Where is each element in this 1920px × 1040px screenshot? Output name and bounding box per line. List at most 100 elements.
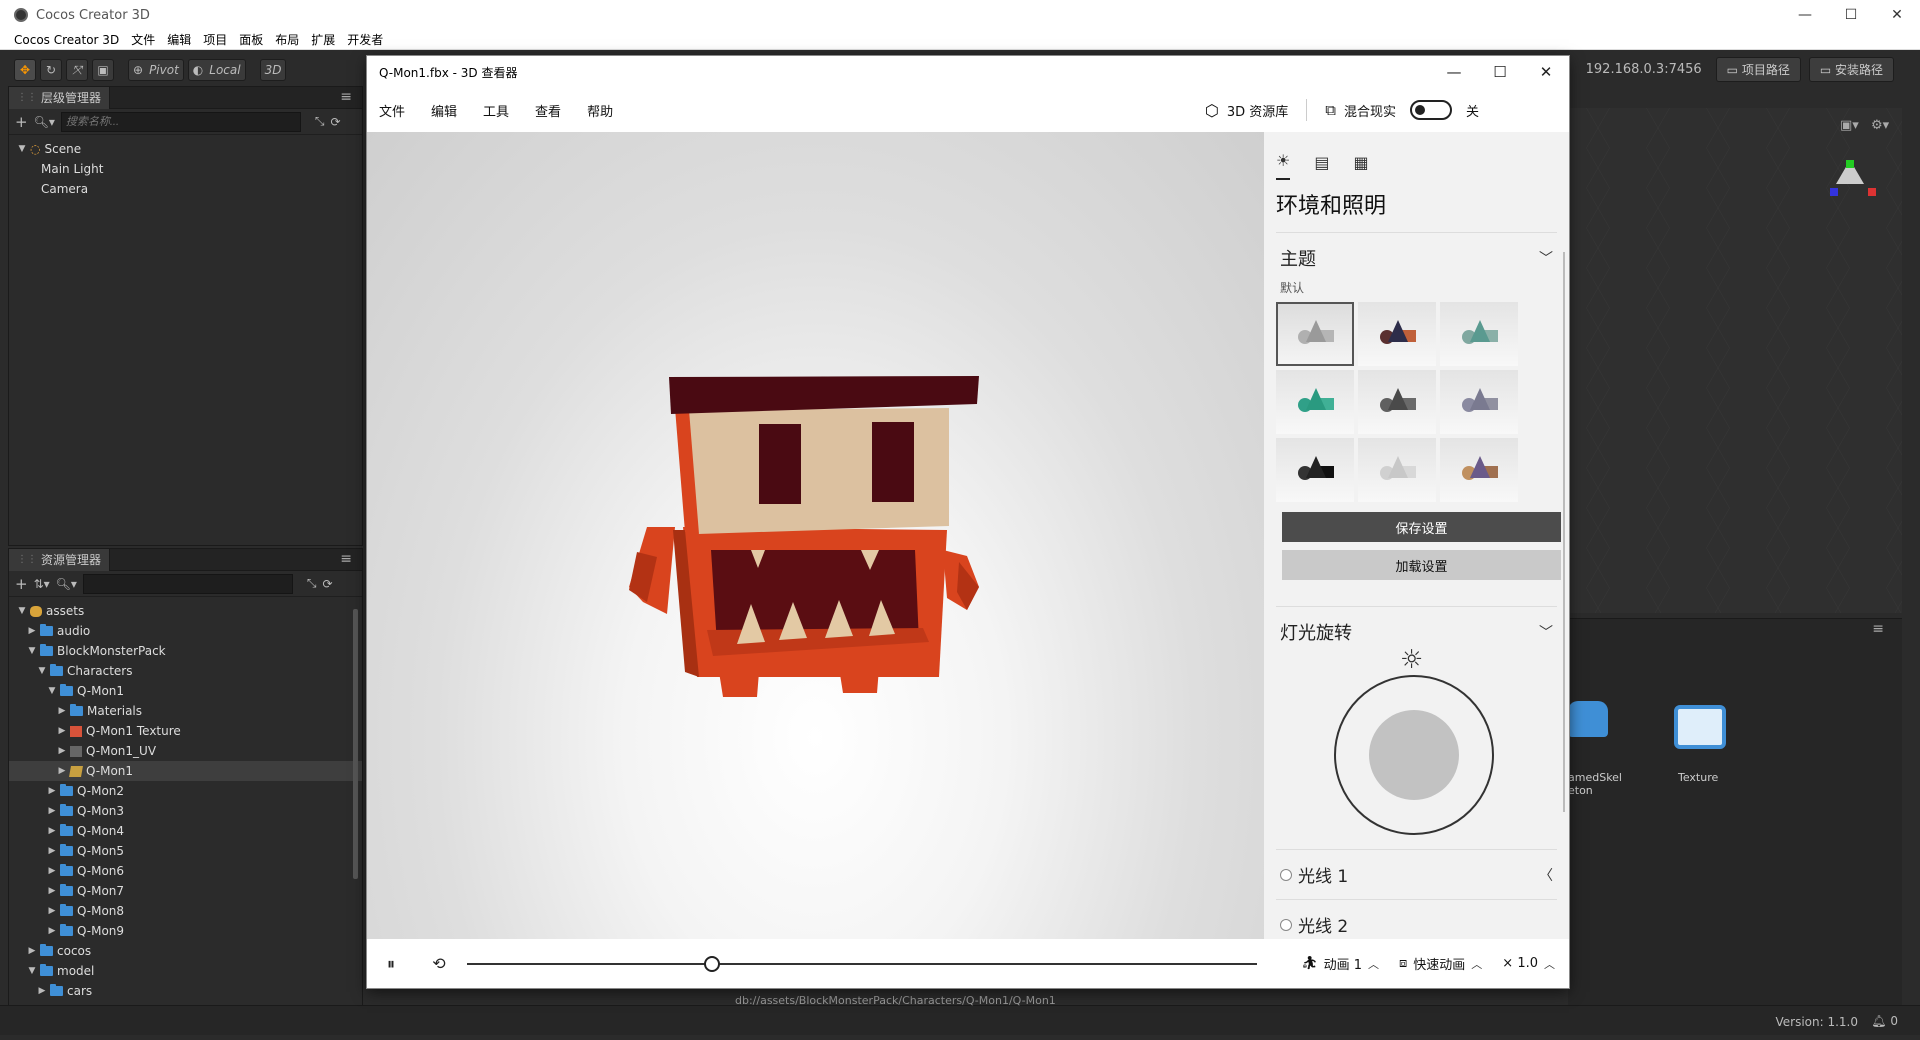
viewer-menu-edit[interactable]: 编辑 bbox=[431, 101, 457, 120]
menu-developer[interactable]: 开发者 bbox=[347, 31, 383, 48]
asset-node[interactable]: ▶ Q-Mon2 bbox=[9, 781, 362, 801]
light-2-radio[interactable] bbox=[1280, 918, 1292, 931]
theme-swatch[interactable] bbox=[1276, 438, 1354, 502]
sun-icon[interactable]: ☼ bbox=[1400, 645, 1423, 675]
expand-arrow-icon[interactable]: ▼ bbox=[17, 144, 27, 154]
3d-viewport[interactable] bbox=[367, 132, 1264, 939]
chevron-right-icon[interactable]: ▶ bbox=[47, 866, 57, 876]
chevron-right-icon[interactable]: ▶ bbox=[57, 746, 67, 756]
project-path-button[interactable]: ▭ 项目路径 bbox=[1715, 56, 1801, 82]
preview-ip[interactable]: 192.168.0.3:7456 bbox=[1586, 62, 1702, 77]
viewer-menu-tools[interactable]: 工具 bbox=[483, 101, 509, 120]
3d-library-button[interactable]: 3D 资源库 bbox=[1227, 101, 1288, 120]
save-settings-button[interactable]: 保存设置 bbox=[1282, 512, 1561, 542]
refresh-icon[interactable]: ⟳ bbox=[323, 577, 333, 591]
hierarchy-tab[interactable]: ⋮⋮ 层级管理器 bbox=[9, 86, 111, 109]
chevron-right-icon[interactable]: ▶ bbox=[47, 926, 57, 936]
local-button[interactable]: ◐ Local bbox=[187, 59, 246, 81]
viewer-menu-file[interactable]: 文件 bbox=[379, 101, 405, 120]
chevron-up-icon[interactable]: ︿ bbox=[1368, 956, 1379, 972]
assets-scrollbar[interactable] bbox=[353, 609, 358, 879]
light-1-radio[interactable] bbox=[1280, 868, 1292, 881]
theme-swatch[interactable] bbox=[1358, 370, 1436, 434]
load-settings-button[interactable]: 加载设置 bbox=[1282, 550, 1561, 580]
viewer-close-button[interactable]: ✕ bbox=[1523, 56, 1569, 88]
light-1-row[interactable]: 光线 1 〈 bbox=[1276, 849, 1557, 900]
menu-panel[interactable]: 面板 bbox=[239, 31, 263, 48]
chevron-right-icon[interactable]: ▶ bbox=[27, 946, 37, 956]
viewer-maximize-button[interactable]: ☐ bbox=[1477, 56, 1523, 88]
install-path-button[interactable]: ▭ 安装路径 bbox=[1808, 56, 1894, 82]
hierarchy-node[interactable]: Camera bbox=[9, 179, 362, 199]
texture-asset-icon[interactable] bbox=[1674, 705, 1726, 749]
tab-lighting-icon[interactable]: ☀ bbox=[1276, 151, 1291, 180]
chevron-right-icon[interactable]: ▶ bbox=[47, 786, 57, 796]
asset-node[interactable]: ▶ Q-Mon5 bbox=[9, 841, 362, 861]
animation-select[interactable]: 动画 1 bbox=[1324, 954, 1362, 973]
chevron-right-icon[interactable]: ▶ bbox=[47, 846, 57, 856]
mixed-reality-toggle[interactable] bbox=[1409, 100, 1452, 120]
hierarchy-node[interactable]: Main Light bbox=[9, 159, 362, 179]
search-icon[interactable]: 🔍︎▾ bbox=[34, 115, 55, 129]
theme-swatch[interactable] bbox=[1358, 302, 1436, 366]
chevron-down-icon[interactable]: ▼ bbox=[27, 646, 37, 656]
asset-node[interactable]: ▼ assets bbox=[9, 601, 362, 621]
chevron-right-icon[interactable]: ▶ bbox=[47, 826, 57, 836]
close-button[interactable]: ✕ bbox=[1874, 0, 1920, 30]
chevron-down-icon[interactable]: ▼ bbox=[47, 686, 57, 696]
theme-swatch[interactable] bbox=[1276, 302, 1354, 366]
chevron-down-icon[interactable]: ﹀ bbox=[1539, 248, 1553, 268]
asset-node[interactable]: ▶ Materials bbox=[9, 701, 362, 721]
asset-node[interactable]: ▶ Q-Mon9 bbox=[9, 921, 362, 941]
asset-node[interactable]: ▶ Q-Mon6 bbox=[9, 861, 362, 881]
light-rotation-dial[interactable] bbox=[1334, 675, 1494, 835]
hierarchy-search-input[interactable] bbox=[60, 111, 301, 132]
skeleton-asset-icon[interactable] bbox=[1568, 701, 1608, 737]
add-icon[interactable]: + bbox=[15, 113, 28, 131]
side-scrollbar[interactable] bbox=[1563, 252, 1565, 812]
move-tool-button[interactable]: ✥ bbox=[14, 59, 36, 81]
timeline-track[interactable] bbox=[467, 963, 1257, 965]
add-icon[interactable]: + bbox=[15, 575, 28, 593]
timeline-knob[interactable] bbox=[703, 956, 720, 972]
chevron-down-icon[interactable]: ▼ bbox=[37, 666, 47, 676]
search-icon[interactable]: 🔍︎▾ bbox=[56, 577, 77, 591]
chevron-left-icon[interactable]: 〈 bbox=[1539, 865, 1553, 885]
asset-node[interactable]: ▼ Characters bbox=[9, 661, 362, 681]
light-rotation-header[interactable]: 灯光旋转 ﹀ bbox=[1276, 619, 1557, 645]
maximize-button[interactable]: ☐ bbox=[1828, 0, 1874, 30]
theme-header[interactable]: 主题 ﹀ bbox=[1276, 245, 1557, 271]
asset-node[interactable]: ▶ Q-Mon1 bbox=[9, 761, 362, 781]
sort-icon[interactable]: ⇅▾ bbox=[34, 577, 50, 591]
chevron-down-icon[interactable]: ▼ bbox=[17, 606, 27, 616]
asset-node[interactable]: ▶ audio bbox=[9, 621, 362, 641]
chevron-up-icon[interactable]: ︿ bbox=[1544, 956, 1555, 972]
asset-node[interactable]: ▶ Q-Mon4 bbox=[9, 821, 362, 841]
scene-view[interactable] bbox=[1568, 108, 1902, 613]
chevron-down-icon[interactable]: ﹀ bbox=[1539, 622, 1553, 642]
mode-3d-button[interactable]: 3D bbox=[259, 59, 287, 81]
asset-node[interactable]: ▼ model bbox=[9, 961, 362, 981]
theme-swatch[interactable] bbox=[1358, 438, 1436, 502]
menu-edit[interactable]: 编辑 bbox=[167, 31, 191, 48]
chevron-right-icon[interactable]: ▶ bbox=[57, 766, 67, 776]
light-2-row[interactable]: 光线 2 bbox=[1276, 900, 1557, 939]
theme-swatch[interactable] bbox=[1440, 370, 1518, 434]
pause-button[interactable]: ⏸︎ bbox=[367, 954, 415, 974]
asset-node[interactable]: ▶ Q-Mon8 bbox=[9, 901, 362, 921]
chevron-down-icon[interactable]: ▼ bbox=[27, 966, 37, 976]
rotate-tool-button[interactable]: ↻ bbox=[40, 59, 62, 81]
quick-animation-select[interactable]: 快速动画 bbox=[1413, 954, 1465, 973]
menu-extension[interactable]: 扩展 bbox=[311, 31, 335, 48]
panel-menu-icon[interactable]: ≡ bbox=[1872, 621, 1884, 637]
chevron-right-icon[interactable]: ▶ bbox=[57, 706, 67, 716]
theme-swatch[interactable] bbox=[1440, 438, 1518, 502]
panel-menu-icon[interactable]: ≡ bbox=[340, 551, 352, 567]
minimize-button[interactable]: — bbox=[1782, 0, 1828, 30]
viewer-menu-view[interactable]: 查看 bbox=[535, 101, 561, 120]
chevron-right-icon[interactable]: ▶ bbox=[47, 906, 57, 916]
collapse-icon[interactable]: ⤡ bbox=[307, 576, 317, 591]
asset-node[interactable]: ▶ Q-Mon7 bbox=[9, 881, 362, 901]
chevron-right-icon[interactable]: ▶ bbox=[47, 806, 57, 816]
pivot-button[interactable]: ⊕ Pivot bbox=[128, 59, 184, 81]
